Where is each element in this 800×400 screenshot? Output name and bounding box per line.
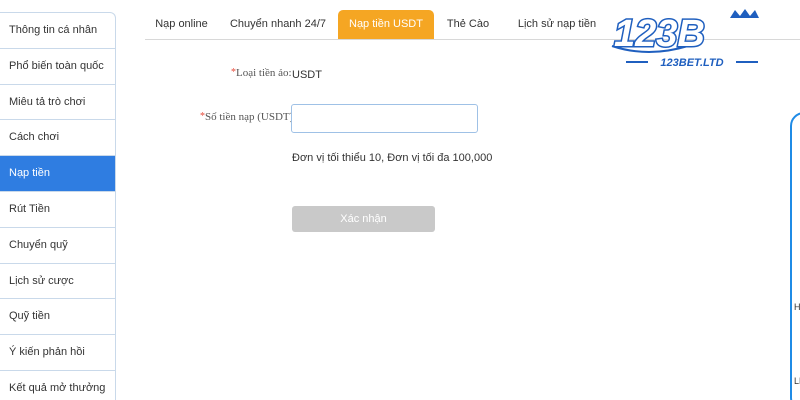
tab-scratch-card[interactable]: Thẻ Cào bbox=[434, 10, 502, 39]
confirm-button[interactable]: Xác nhận bbox=[292, 206, 435, 232]
side-panel-text: LH bbox=[794, 376, 800, 386]
tab-deposit-history[interactable]: Lịch sử nạp tiền bbox=[502, 10, 612, 39]
sidebar-item-withdraw[interactable]: Rút Tiền bbox=[0, 192, 115, 228]
sidebar-item-deposit[interactable]: Nạp tiền bbox=[0, 156, 115, 192]
brand-logo: 123B 123BET.LTD bbox=[608, 6, 776, 72]
currency-label-text: Loại tiền ảo: bbox=[236, 67, 292, 79]
logo-domain: 123BET.LTD bbox=[660, 57, 723, 69]
sidebar-item-transfer[interactable]: Chuyển quỹ bbox=[0, 228, 115, 264]
amount-label: *Số tiền nạp (USDT): bbox=[200, 111, 296, 123]
logo-graphic: 123B 123BET.LTD bbox=[611, 9, 759, 69]
tab-fast-transfer[interactable]: Chuyển nhanh 24/7 bbox=[218, 10, 338, 39]
amount-label-text: Số tiền nạp (USDT): bbox=[205, 111, 297, 123]
currency-value: USDT bbox=[292, 69, 322, 81]
sidebar-item-national-promo[interactable]: Phổ biến toàn quốc bbox=[0, 49, 115, 85]
amount-input[interactable] bbox=[291, 104, 478, 133]
deposit-limit-hint: Đơn vị tối thiểu 10, Đơn vị tối đa 100,0… bbox=[292, 152, 493, 164]
tab-usdt-deposit[interactable]: Nạp tiền USDT bbox=[338, 10, 434, 39]
side-panel-text: H bbox=[794, 302, 800, 312]
sidebar-item-results[interactable]: Kết quả mở thưởng bbox=[0, 371, 115, 400]
sidebar-menu: Thông tin cá nhân Phổ biến toàn quốc Miê… bbox=[0, 12, 116, 400]
side-promo-panel[interactable] bbox=[790, 112, 800, 400]
tab-online-deposit[interactable]: Nạp online bbox=[145, 10, 218, 39]
sidebar-item-bet-history[interactable]: Lịch sử cược bbox=[0, 264, 115, 300]
sidebar-item-funds[interactable]: Quỹ tiền bbox=[0, 299, 115, 336]
sidebar-item-feedback[interactable]: Ý kiến phản hồi bbox=[0, 335, 115, 371]
sidebar-item-personal-info[interactable]: Thông tin cá nhân bbox=[0, 13, 115, 49]
logo-mark: 123B bbox=[614, 13, 705, 55]
currency-label: *Loại tiền ảo: bbox=[231, 67, 292, 79]
sidebar-item-game-description[interactable]: Miêu tả trò chơi bbox=[0, 85, 115, 121]
sidebar-item-how-to-play[interactable]: Cách chơi bbox=[0, 120, 115, 157]
